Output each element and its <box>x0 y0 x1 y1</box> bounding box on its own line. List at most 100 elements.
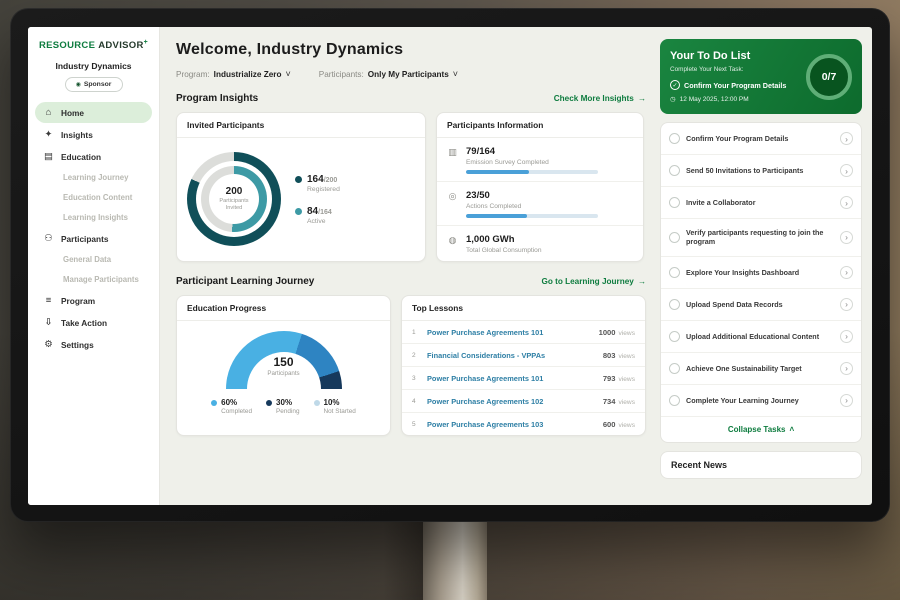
lesson-link[interactable]: Power Purchase Agreements 102 <box>427 397 596 406</box>
task-row-complete-learning-journey[interactable]: Complete Your Learning Journey › <box>661 385 861 417</box>
sidebar-item-education[interactable]: ▤ Education <box>35 146 152 167</box>
logo-text-advisor: ADVISOR+ <box>98 40 148 51</box>
sidebar-item-home[interactable]: ⌂ Home <box>35 102 152 123</box>
nav-label: General Data <box>63 255 111 264</box>
todo-progress-badge: 0/7 <box>806 54 852 100</box>
info-progress-fill <box>466 214 527 218</box>
task-checkbox[interactable] <box>669 267 680 278</box>
sidebar-item-learning-insights[interactable]: Learning Insights <box>35 208 152 227</box>
participants-filter-label: Participants: <box>319 70 364 79</box>
completed-pct: 60% <box>221 398 252 407</box>
todo-subtitle: Complete Your Next Task: <box>670 66 800 73</box>
task-row-verify-participants[interactable]: Verify participants requesting to join t… <box>661 219 861 257</box>
sidebar-item-take-action[interactable]: ⇩ Take Action <box>35 312 152 333</box>
task-row-upload-educational-content[interactable]: Upload Additional Educational Content › <box>661 321 861 353</box>
todo-next-task: ✓ Confirm Your Program Details <box>670 80 800 90</box>
chevron-right-icon[interactable]: › <box>840 164 853 177</box>
chevron-right-icon[interactable]: › <box>840 394 853 407</box>
nav-label: Manage Participants <box>63 275 139 284</box>
chevron-right-icon[interactable]: › <box>840 298 853 311</box>
consumption-row: ◍ 1,000 GWh Total Global Consumption <box>437 226 643 261</box>
lesson-link[interactable]: Power Purchase Agreements 101 <box>427 374 596 383</box>
arrow-right-icon: → <box>638 94 646 103</box>
lesson-link[interactable]: Power Purchase Agreements 101 <box>427 328 592 337</box>
sidebar-item-manage-participants[interactable]: Manage Participants <box>35 270 152 289</box>
sponsor-icon: ◉ <box>76 81 81 88</box>
task-row-achieve-target[interactable]: Achieve One Sustainability Target › <box>661 353 861 385</box>
task-checkbox[interactable] <box>669 165 680 176</box>
task-row-invite-collaborator[interactable]: Invite a Collaborator › <box>661 187 861 219</box>
filters-bar: Program: Industrialize Zero ˅ Participan… <box>176 69 646 79</box>
task-row-send-invitations[interactable]: Send 50 Invitations to Participants › <box>661 155 861 187</box>
pending-pct: 30% <box>276 398 299 407</box>
task-row-confirm-program[interactable]: Confirm Your Program Details › <box>661 123 861 155</box>
program-filter-dropdown[interactable]: Program: Industrialize Zero ˅ <box>176 69 291 79</box>
task-checkbox[interactable] <box>669 331 680 342</box>
check-circle-icon: ✓ <box>670 80 680 90</box>
logo-plus: + <box>144 39 148 46</box>
lesson-link[interactable]: Financial Considerations - VPPAs <box>427 351 596 360</box>
photo-background: RESOURCEADVISOR+ Industry Dynamics ◉ Spo… <box>0 0 900 600</box>
task-label: Complete Your Learning Journey <box>686 396 834 405</box>
task-label: Verify participants requesting to join t… <box>686 228 834 247</box>
not-started-pct: 10% <box>324 398 356 407</box>
task-row-upload-spend-data[interactable]: Upload Spend Data Records › <box>661 289 861 321</box>
invited-donut-ring-inner: 200 Participants Invited <box>201 166 267 232</box>
lesson-rank: 3 <box>412 375 420 382</box>
sidebar-item-general-data[interactable]: General Data <box>35 250 152 269</box>
task-checkbox[interactable] <box>669 232 680 243</box>
lesson-link[interactable]: Power Purchase Agreements 103 <box>427 420 596 429</box>
link-label: Check More Insights <box>554 94 634 103</box>
recent-news-card[interactable]: Recent News <box>660 451 862 479</box>
sidebar-item-participants[interactable]: ⚇ Participants <box>35 228 152 249</box>
nav-label: Take Action <box>61 318 107 328</box>
collapse-tasks-link[interactable]: Collapse Tasks ˄ <box>661 417 861 442</box>
lesson-views-unit: views <box>619 399 636 406</box>
lesson-row: 3 Power Purchase Agreements 101 793views <box>402 367 645 390</box>
actions-icon: ◎ <box>447 191 458 218</box>
program-filter-value: Industrialize Zero <box>214 70 282 79</box>
task-row-explore-insights[interactable]: Explore Your Insights Dashboard › <box>661 257 861 289</box>
todo-due-label: 12 May 2025, 12:00 PM <box>680 96 749 103</box>
go-to-learning-journey-link[interactable]: Go to Learning Journey → <box>541 277 646 286</box>
chevron-right-icon[interactable]: › <box>840 266 853 279</box>
chevron-right-icon[interactable]: › <box>840 132 853 145</box>
chevron-right-icon[interactable]: › <box>840 196 853 209</box>
consumption-value: 1,000 GWh <box>466 234 542 245</box>
task-checkbox[interactable] <box>669 395 680 406</box>
invited-legend: 164/200 Registered 84/164 Active <box>295 174 340 225</box>
sidebar-item-program[interactable]: ≡ Program <box>35 290 152 311</box>
chevron-right-icon[interactable]: › <box>840 231 853 244</box>
task-checkbox[interactable] <box>669 197 680 208</box>
chevron-right-icon[interactable]: › <box>840 362 853 375</box>
sidebar-item-settings[interactable]: ⚙ Settings <box>35 334 152 355</box>
lesson-views-count: 600 <box>603 420 616 429</box>
completed-dot <box>211 400 217 406</box>
survey-icon: ▥ <box>447 147 458 174</box>
check-more-insights-link[interactable]: Check More Insights → <box>554 94 646 103</box>
emission-survey-row: ▥ 79/164 Emission Survey Completed <box>437 138 643 182</box>
org-name: Industry Dynamics <box>28 61 159 71</box>
task-checkbox[interactable] <box>669 133 680 144</box>
sidebar-item-learning-journey[interactable]: Learning Journey <box>35 168 152 187</box>
task-label: Upload Spend Data Records <box>686 300 834 309</box>
legend-pending: 30% Pending <box>266 398 299 415</box>
lesson-row: 2 Financial Considerations - VPPAs 803vi… <box>402 344 645 367</box>
nav-label: Participants <box>61 234 109 244</box>
chevron-right-icon[interactable]: › <box>840 330 853 343</box>
sidebar-item-education-content[interactable]: Education Content <box>35 188 152 207</box>
task-checkbox[interactable] <box>669 363 680 374</box>
active-total: /164 <box>318 209 332 216</box>
education-center-value: 150 <box>226 355 342 369</box>
participants-filter-dropdown[interactable]: Participants: Only My Participants ˅ <box>319 69 458 79</box>
emission-survey-progress-track <box>466 170 598 174</box>
card-title-info: Participants Information <box>437 113 643 138</box>
sidebar-item-insights[interactable]: ✦ Insights <box>35 124 152 145</box>
task-checkbox[interactable] <box>669 299 680 310</box>
education-gauge-center: 150 Participants <box>226 355 342 377</box>
legend-active: 84/164 Active <box>295 206 340 225</box>
sponsor-badge[interactable]: ◉ Sponsor <box>65 77 123 92</box>
lesson-row: 4 Power Purchase Agreements 102 734views <box>402 390 645 413</box>
sidebar: RESOURCEADVISOR+ Industry Dynamics ◉ Spo… <box>28 27 160 505</box>
program-insights-header: Program Insights Check More Insights → <box>176 93 646 104</box>
